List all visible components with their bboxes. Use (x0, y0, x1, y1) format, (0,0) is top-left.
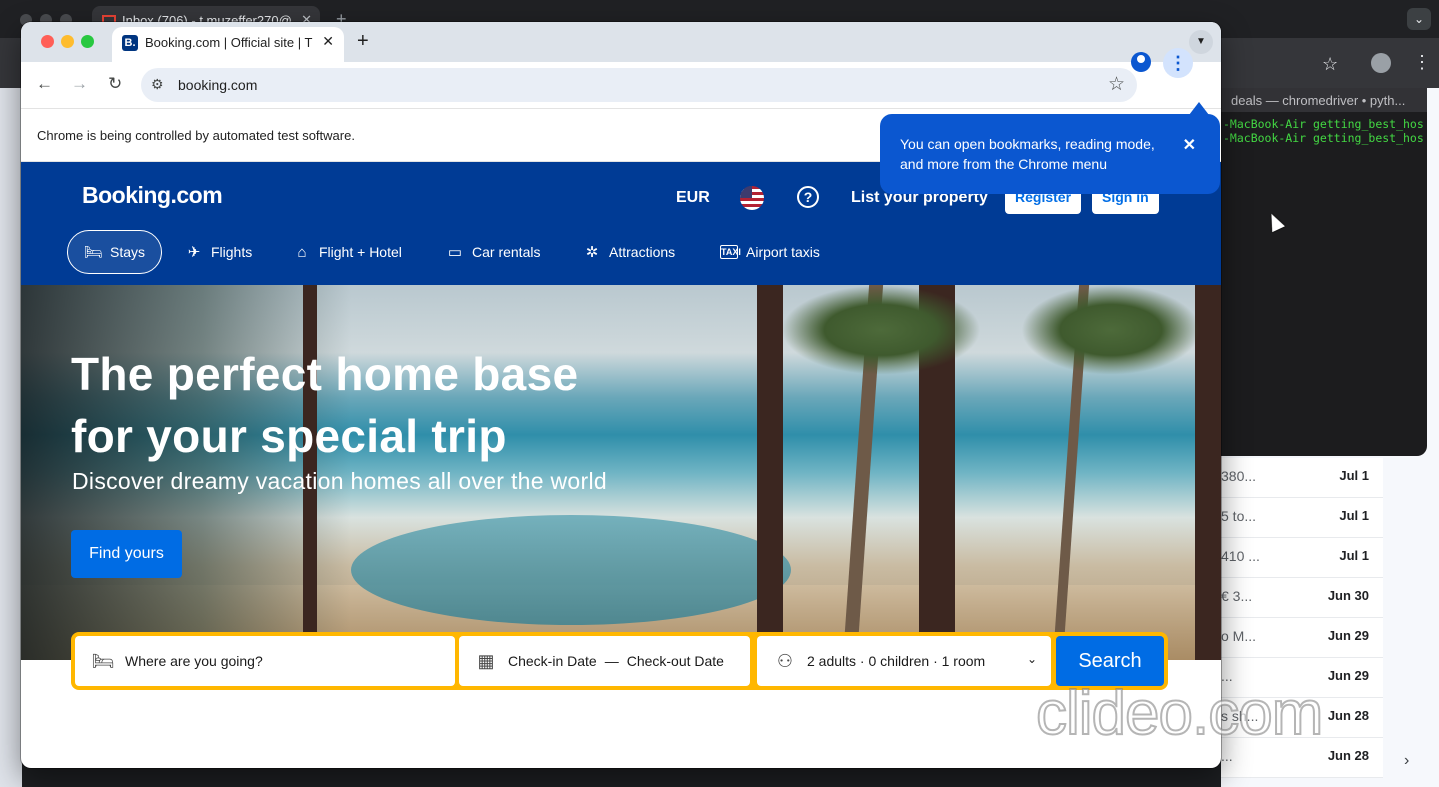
hero-banner: The perfect home base for your special t… (21, 285, 1221, 660)
close-icon[interactable]: ✕ (322, 33, 334, 50)
find-yours-button[interactable]: Find yours (71, 530, 182, 578)
back-icon[interactable]: ← (36, 74, 53, 94)
new-tab-icon[interactable]: + (357, 30, 369, 53)
terminal-line: -MacBook-Air getting_best_hos (1223, 131, 1424, 145)
list-item[interactable]: 380... Jul 1 (1221, 458, 1383, 498)
occupancy-selector[interactable]: ⚇ 2 adults · 0 children · 1 room ⌄ (757, 636, 1051, 686)
fullscreen-window-button[interactable] (81, 35, 94, 48)
reload-icon[interactable]: ↻ (108, 74, 122, 94)
site-info-icon[interactable]: ⚙ (151, 76, 164, 93)
bookmark-star-icon[interactable]: ☆ (1322, 54, 1338, 75)
hero-image-post (757, 285, 783, 660)
date-picker[interactable]: ▦ Check-in Date — Check-out Date (459, 636, 750, 686)
minimize-window-button[interactable] (61, 35, 74, 48)
attractions-icon: ✲ (585, 244, 599, 261)
mail-snippet: ... (1221, 748, 1233, 764)
chrome-menu-icon[interactable]: ⋮ (1163, 48, 1193, 78)
destination-input[interactable]: 🛏︎ Where are you going? (75, 636, 455, 686)
car-icon: ▭ (447, 244, 463, 261)
tab-strip: B. Booking.com | Official site | T ✕ + ▼ (21, 22, 1221, 62)
avatar[interactable] (1371, 53, 1391, 73)
nav-label: Flight + Hotel (319, 244, 402, 260)
checkin-label: Check-in Date (508, 653, 597, 669)
tab-search-icon[interactable]: ⌄ (1407, 8, 1431, 30)
occupancy-label: 2 adults · 0 children · 1 room (807, 653, 986, 669)
nav-label: Flights (211, 244, 253, 260)
chrome-menu-tooltip: You can open bookmarks, reading mode, an… (880, 114, 1220, 194)
mail-date: Jul 1 (1339, 508, 1369, 523)
close-window-button[interactable] (41, 35, 54, 48)
mail-date: Jun 30 (1327, 588, 1369, 603)
menu-icon[interactable]: ⋮ (1413, 52, 1431, 73)
browser-toolbar: ← → ↻ ⚙ booking.com ☆ (21, 62, 1221, 108)
terminal-window: deals — chromedriver • pyth... -MacBook-… (1221, 88, 1427, 456)
tab-title: Booking.com | Official site | T (145, 35, 313, 50)
bed-icon: 🛏︎ (91, 650, 115, 671)
terminal-title: deals — chromedriver • pyth... (1221, 88, 1427, 112)
forward-icon[interactable]: → (71, 74, 88, 94)
mail-snippet: € 3... (1221, 588, 1253, 604)
hero-image-pool (351, 515, 791, 625)
url-text: booking.com (178, 77, 258, 93)
list-item[interactable]: 5 to... Jul 1 (1221, 498, 1383, 538)
mail-snippet: 410 ... (1221, 548, 1260, 564)
watermark: clideo.com (1035, 678, 1324, 749)
hero-subtitle: Discover dreamy vacation homes all over … (72, 468, 607, 494)
us-flag-icon[interactable] (740, 186, 764, 210)
booking-favicon-icon: B. (122, 35, 138, 51)
mail-date: Jun 29 (1327, 628, 1369, 643)
automation-notice: Chrome is being controlled by automated … (37, 128, 355, 143)
mail-date: Jun 28 (1327, 748, 1369, 763)
flight-hotel-icon: ⌂ (297, 243, 307, 261)
nav-airport-taxis[interactable]: TAXI Airport taxis (720, 230, 820, 274)
list-item[interactable]: 410 ... Jul 1 (1221, 538, 1383, 578)
bed-icon: 🛏︎ (84, 244, 104, 261)
date-separator: — (604, 653, 619, 669)
hero-image-fronds (781, 285, 981, 375)
checkout-label: Check-out Date (626, 653, 724, 669)
nav-flights[interactable]: ✈︎ Flights (185, 230, 253, 274)
nav-label: Attractions (609, 244, 676, 260)
tab-search-icon[interactable]: ▼ (1189, 30, 1213, 54)
chevron-down-icon: ⌄ (1026, 652, 1037, 666)
background-page-edge (0, 88, 22, 787)
hero-title-line1: The perfect home base (71, 348, 579, 400)
hero-image-fronds (1021, 285, 1201, 375)
hero-title: The perfect home base for your special t… (71, 343, 691, 467)
mail-date: Jun 28 (1327, 708, 1369, 723)
address-bar[interactable]: ⚙ booking.com ☆ (141, 68, 1137, 102)
chevron-right-icon[interactable]: › (1404, 752, 1409, 770)
plane-icon: ✈︎ (187, 244, 201, 261)
mail-date: Jul 1 (1339, 548, 1369, 563)
tab-booking[interactable]: B. Booking.com | Official site | T ✕ (112, 27, 344, 62)
mail-snippet: 380... (1221, 468, 1257, 484)
mail-snippet: o M... (1221, 628, 1257, 644)
nav-flight-hotel[interactable]: ⌂ Flight + Hotel (293, 230, 402, 274)
help-icon[interactable]: ? (797, 186, 819, 208)
destination-placeholder: Where are you going? (125, 653, 263, 669)
calendar-icon: ▦ (477, 650, 495, 671)
nav-car-rentals[interactable]: ▭ Car rentals (446, 230, 541, 274)
nav-stays[interactable]: 🛏︎ Stays (67, 230, 163, 274)
profile-icon[interactable] (1131, 52, 1151, 72)
currency-selector[interactable]: EUR (676, 189, 710, 207)
list-item[interactable]: o M... Jun 29 (1221, 618, 1383, 658)
nav-label: Airport taxis (746, 244, 820, 260)
close-icon[interactable]: ✕ (1183, 136, 1196, 156)
mail-date: Jul 1 (1339, 468, 1369, 483)
nav-label: Stays (110, 244, 146, 260)
search-bar: 🛏︎ Where are you going? ▦ Check-in Date … (71, 632, 1168, 690)
nav-label: Car rentals (472, 244, 541, 260)
list-item[interactable]: € 3... Jun 30 (1221, 578, 1383, 618)
bookmark-star-icon[interactable]: ☆ (1108, 73, 1125, 96)
taxi-icon: TAXI (720, 245, 741, 259)
nav-attractions[interactable]: ✲ Attractions (583, 230, 675, 274)
terminal-line: -MacBook-Air getting_best_hos (1223, 117, 1424, 131)
tooltip-text: You can open bookmarks, reading mode, an… (900, 136, 1155, 172)
mail-date: Jun 29 (1327, 668, 1369, 683)
mail-snippet: 5 to... (1221, 508, 1257, 524)
person-icon: ⚇ (776, 650, 794, 671)
booking-logo[interactable]: Booking.com (82, 182, 223, 209)
hero-title-line2: for your special trip (71, 410, 507, 462)
